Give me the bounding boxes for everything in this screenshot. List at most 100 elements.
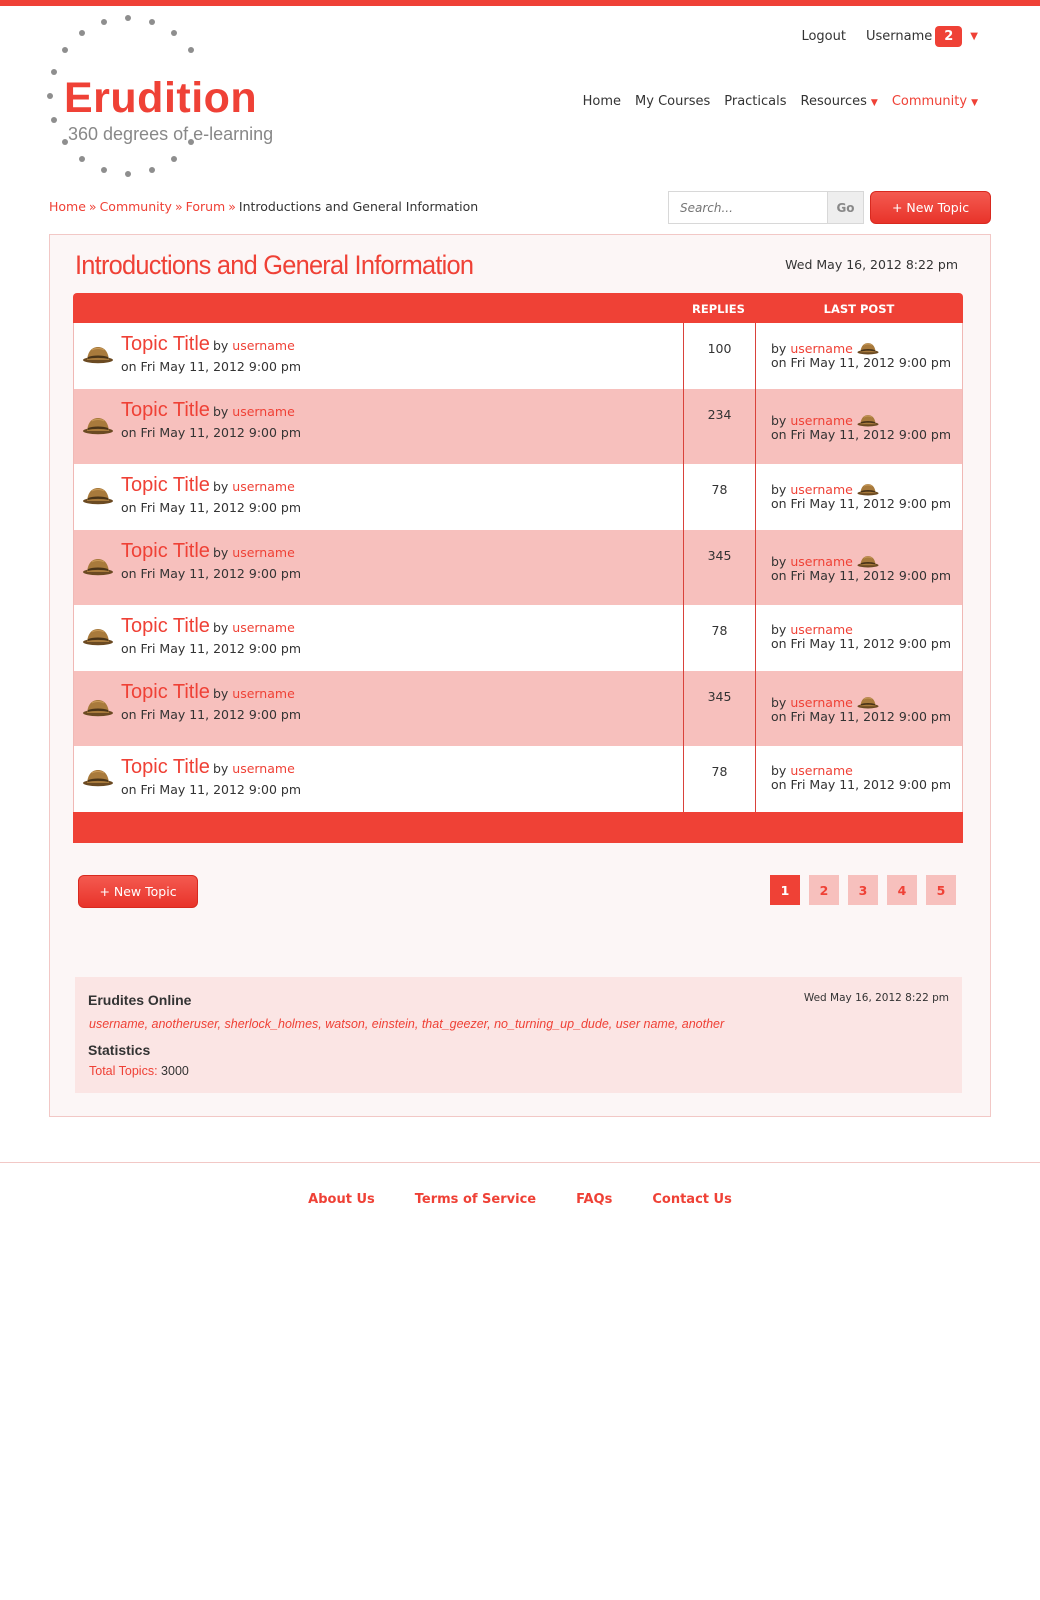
user-area: Logout Username 2 ▼ [801, 26, 978, 47]
topic-cell: Topic Title by username on Fri May 11, 201… [74, 389, 683, 464]
page-button-2[interactable]: 2 [809, 875, 839, 905]
logo[interactable]: Erudition 360 degrees of e-learning [46, 14, 276, 184]
footer-link-contact[interactable]: Contact Us [652, 1192, 731, 1207]
last-post-cell: by username on Fri May 11, 2012 9:00 pm [756, 530, 964, 605]
new-topic-button[interactable]: + New Topic [870, 191, 991, 224]
last-post-user-link[interactable]: username [790, 413, 853, 428]
breadcrumb-home[interactable]: Home [49, 199, 86, 214]
breadcrumb-separator: » [88, 199, 97, 214]
logo-dot [50, 117, 57, 124]
page-button-4[interactable]: 4 [887, 875, 917, 905]
logo-dot [149, 18, 156, 25]
topic-title-line: Topic Title by username [121, 333, 295, 356]
footer-link-terms[interactable]: Terms of Service [415, 1192, 536, 1207]
replies-count: 345 [683, 671, 756, 746]
topic-author-link[interactable]: username [232, 686, 295, 701]
notification-badge[interactable]: 2 [935, 26, 963, 47]
breadcrumb-separator: » [174, 199, 183, 214]
topics-table: REPLIES LAST POST Topic Title by username… [73, 293, 963, 843]
table-row: Topic Title by username on Fri May 11, 201… [73, 671, 963, 746]
by-label: by [212, 620, 229, 635]
topic-title-link[interactable]: Topic Title [121, 681, 210, 703]
by-label: by [771, 763, 787, 778]
last-post-user-link[interactable]: username [790, 554, 853, 569]
logout-link[interactable]: Logout [801, 29, 846, 44]
logo-dot [125, 171, 131, 177]
last-post-cell: by username on Fri May 11, 2012 9:00 pm [756, 746, 964, 812]
topic-cell: Topic Title by username on Fri May 11, 201… [74, 746, 683, 812]
nav-item-resources[interactable]: Resources ▼ [801, 94, 878, 109]
search-input[interactable] [669, 192, 827, 223]
page-button-3[interactable]: 3 [848, 875, 878, 905]
search-go-button[interactable]: Go [827, 192, 863, 223]
topic-author-link[interactable]: username [232, 404, 295, 419]
topic-author-link[interactable]: username [232, 545, 295, 560]
topic-title-link[interactable]: Topic Title [121, 399, 210, 421]
detective-hat-icon [82, 626, 114, 646]
last-post-user-link[interactable]: username [790, 341, 853, 356]
detective-hat-icon [853, 554, 880, 569]
breadcrumb-forum[interactable]: Forum [186, 199, 226, 214]
new-topic-button-bottom[interactable]: + New Topic [78, 875, 198, 908]
topic-title-line: Topic Title by username [121, 540, 295, 563]
breadcrumb-community[interactable]: Community [100, 199, 172, 214]
logo-dot [125, 15, 131, 21]
detective-hat-icon [853, 482, 880, 497]
chevron-down-icon[interactable]: ▼ [970, 31, 978, 42]
topic-title-link[interactable]: Topic Title [121, 540, 210, 562]
last-post-author-line: by username [771, 623, 964, 637]
last-post-author-line: by username [771, 548, 964, 569]
last-post-date: on Fri May 11, 2012 9:00 pm [771, 568, 952, 583]
last-post-date: on Fri May 11, 2012 9:00 pm [771, 777, 952, 792]
logo-dot [50, 68, 57, 75]
topic-title-link[interactable]: Topic Title [121, 756, 210, 778]
topic-date: on Fri May 11, 2012 9:00 pm [121, 566, 302, 581]
logo-wordmark: Erudition [64, 74, 258, 122]
replies-count: 78 [683, 464, 756, 530]
nav-item-practicals[interactable]: Practicals [724, 94, 786, 109]
topic-title-link[interactable]: Topic Title [121, 474, 210, 496]
page-button-5[interactable]: 5 [926, 875, 956, 905]
footer-link-about[interactable]: About Us [308, 1192, 375, 1207]
replies-count: 78 [683, 605, 756, 671]
topic-author-link[interactable]: username [232, 338, 295, 353]
nav-item-community-label: Community [891, 94, 968, 109]
by-label: by [771, 413, 787, 428]
username-menu[interactable]: Username [866, 29, 932, 44]
last-post-date: on Fri May 11, 2012 9:00 pm [771, 496, 952, 511]
topic-title-link[interactable]: Topic Title [121, 615, 210, 637]
last-post-user-link[interactable]: username [790, 763, 853, 778]
online-users-list[interactable]: username, anotheruser, sherlock_holmes, … [89, 1017, 724, 1031]
logo-dot [100, 167, 107, 174]
nav-item-home[interactable]: Home [583, 94, 621, 109]
page-button-1[interactable]: 1 [770, 875, 800, 905]
column-header-replies: REPLIES [692, 302, 745, 316]
breadcrumb: Home» Community» Forum» Introductions and G… [49, 199, 478, 214]
last-post-cell: by username on Fri May 11, 2012 9:00 pm [756, 605, 964, 671]
topic-date: on Fri May 11, 2012 9:00 pm [121, 641, 302, 656]
search-box: Go [668, 191, 864, 224]
column-header-last-post: LAST POST [823, 302, 895, 316]
by-label: by [212, 404, 229, 419]
logo-dot [188, 47, 195, 54]
footer-link-faqs[interactable]: FAQs [576, 1192, 612, 1207]
nav-item-my-courses[interactable]: My Courses [635, 94, 710, 109]
last-post-user-link[interactable]: username [790, 622, 853, 637]
topic-author-line: by username [213, 620, 295, 635]
last-post-user-link[interactable]: username [790, 482, 853, 497]
by-label: by [771, 482, 787, 497]
topic-title-link[interactable]: Topic Title [121, 333, 210, 355]
table-footer [73, 812, 963, 843]
nav-item-community[interactable]: Community ▼ [892, 94, 978, 109]
forum-date: Wed May 16, 2012 8:22 pm [785, 257, 958, 272]
pagination: 12345 [770, 875, 965, 905]
last-post-user-link[interactable]: username [790, 695, 853, 710]
chevron-down-icon: ▼ [971, 98, 978, 108]
topic-author-line: by username [213, 338, 295, 353]
logo-tagline: 360 degrees of e-learning [68, 124, 274, 144]
nav-item-resources-label: Resources [800, 94, 867, 109]
replies-count: 234 [683, 389, 756, 464]
topic-author-link[interactable]: username [232, 761, 295, 776]
topic-author-link[interactable]: username [232, 479, 295, 494]
topic-author-link[interactable]: username [232, 620, 295, 635]
